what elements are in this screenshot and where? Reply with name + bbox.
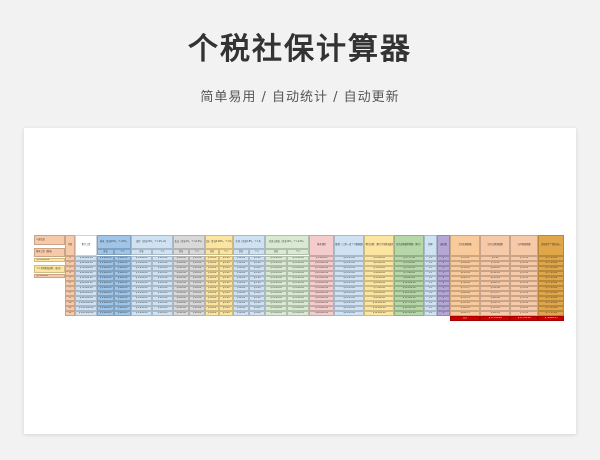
header-basic_deduct: 基本减除 xyxy=(309,235,334,256)
subheader-b1: 企业 xyxy=(233,249,249,255)
header-maternity: 生育（企业0.8%，个人0） xyxy=(233,235,265,249)
spreadsheet: 人员信息 基本工资（税前） ￥10,000.00 个人专项附加扣除（每月） ￥1… xyxy=(34,235,564,327)
cell-b2-row12[interactable]: ￥0.00 xyxy=(249,311,265,316)
cell-g-row12[interactable]: ￥120,000.00 xyxy=(75,311,97,316)
subheader-f1: 企业 xyxy=(265,249,287,255)
cell-i1-row12[interactable]: ￥48.00 xyxy=(205,311,219,316)
data-table: 月份 累计工资 养老（企业16%，个人8%） 企业 个人 医疗（企业10%，个人2%+3）… xyxy=(34,235,564,327)
header-tax_due: 当月应纳税额 xyxy=(450,235,480,256)
cell-m-row12[interactable]: 12 xyxy=(65,311,75,316)
subheader-u2: 个人 xyxy=(189,249,205,255)
header-quick: 速扣数 xyxy=(437,235,450,256)
cell-f1-row12[interactable]: ￥1,200.00 xyxy=(265,311,287,316)
total-tax-due: ￥17,332.88 xyxy=(480,316,510,321)
header-unemp: 失业（企业1%，个人0.2%） xyxy=(173,235,205,249)
subheader-m2: 个人 xyxy=(152,249,173,255)
cell-u1-row12[interactable]: ￥100.00 xyxy=(173,311,189,316)
cell-p2-row12[interactable]: ￥800.00 xyxy=(114,311,131,316)
header-tax_month: 当月预扣税额 xyxy=(510,235,538,256)
subheader-p1: 企业 xyxy=(97,249,114,255)
subheader-i2: 个人 xyxy=(219,249,233,255)
header-tax_paid: 当月已预扣税额 xyxy=(480,235,510,256)
subheader-u1: 企业 xyxy=(173,249,189,255)
spreadsheet-preview-card: 人员信息 基本工资（税前） ￥10,000.00 个人专项附加扣除（每月） ￥1… xyxy=(24,128,576,434)
cell-p1-row12[interactable]: ￥1,600.00 xyxy=(97,311,114,316)
subheader-f2: 个人 xyxy=(287,249,309,255)
header-medical: 医疗（企业10%，个人2%+3） xyxy=(131,235,173,249)
cell-sd-row12[interactable]: ￥2,223.00 xyxy=(334,311,364,316)
subheader-b2: 个人 xyxy=(249,249,265,255)
cell-as-row12[interactable]: ￥12,000.00 xyxy=(364,311,394,316)
subheader-m1: 企业 xyxy=(131,249,152,255)
header-accum_special: 自年累计扣除（累计专项附加扣除） xyxy=(364,235,394,256)
subheader-p2: 个人 xyxy=(114,249,131,255)
cell-q-row12[interactable]: 0 xyxy=(437,311,450,316)
page-title: 个税社保计算器 xyxy=(188,32,412,67)
cell-tx-row12[interactable]: ￥21,324.00 xyxy=(394,311,424,316)
header-taxable: 当月应纳税所得额（累计） xyxy=(394,235,424,256)
header-injury: 工伤（企业0.48%，个人0） xyxy=(205,235,233,249)
subheader-i1: 企业 xyxy=(205,249,219,255)
cell-u2-row12[interactable]: ￥20.00 xyxy=(189,311,205,316)
page-subtitle: 简单易用 / 自动统计 / 自动更新 xyxy=(200,90,400,105)
header-gross: 累计工资 xyxy=(75,235,97,256)
header-fund: 住房公积金（企业12%，个人12%） xyxy=(265,235,309,249)
hero-header: 个税社保计算器 简单易用 / 自动统计 / 自动更新 xyxy=(0,0,600,120)
header-special_deduct: 专项扣除（三险一金个人缴纳部分） xyxy=(334,235,364,256)
header-pension: 养老（企业16%，个人8%） xyxy=(97,235,131,249)
cell-m2-row12[interactable]: ￥203.00 xyxy=(152,311,173,316)
total-label: 合计 xyxy=(450,316,480,321)
cell-b1-row12[interactable]: ￥80.00 xyxy=(233,311,249,316)
total-tax-paid: ￥17,332.88 xyxy=(510,316,538,321)
cell-f2-row12[interactable]: ￥1,200.00 xyxy=(287,311,309,316)
cell-bd-row12[interactable]: ￥60,000.00 xyxy=(309,311,334,316)
header-month: 月份 xyxy=(65,235,75,256)
total-net-pay: ￥76,661.13 xyxy=(538,316,564,321)
cell-m1-row12[interactable]: ￥1,000.00 xyxy=(131,311,152,316)
cell-r-row12[interactable]: 3% xyxy=(424,311,437,316)
header-net_pay: 实际到手个税后收入 xyxy=(538,235,564,256)
header-rate: 税率 xyxy=(424,235,437,256)
cell-i2-row12[interactable]: ￥0.00 xyxy=(219,311,233,316)
